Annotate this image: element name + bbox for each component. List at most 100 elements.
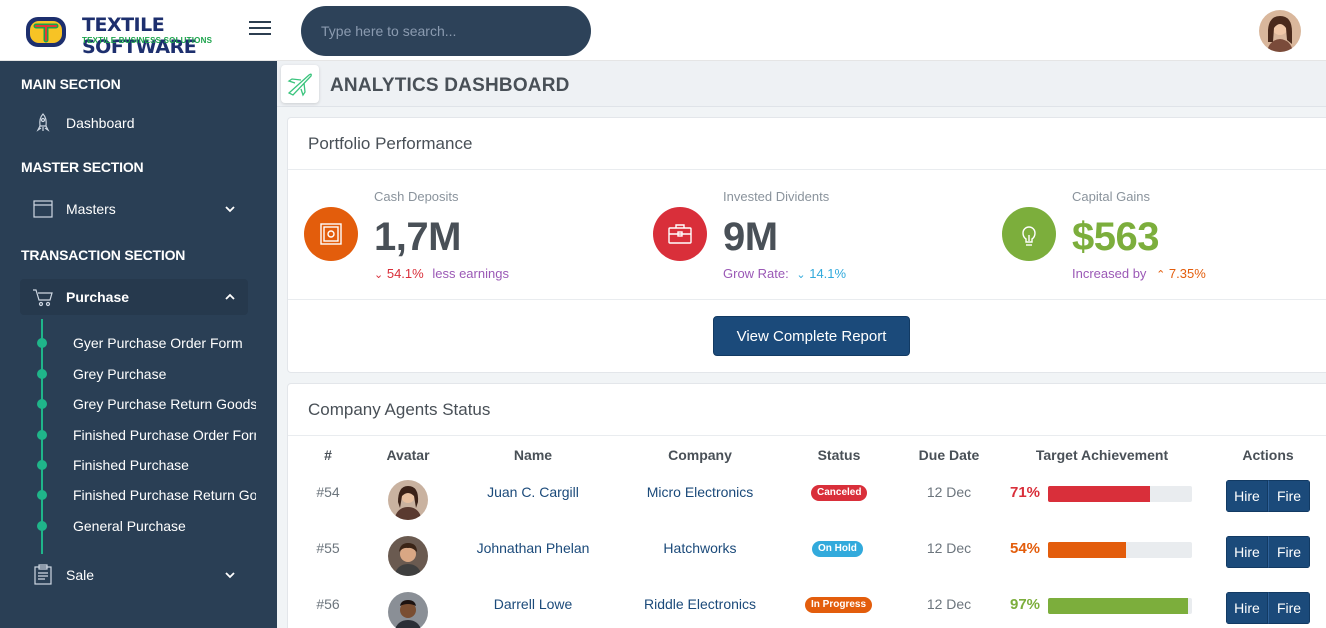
- clipboard-icon: [34, 564, 52, 585]
- hire-button[interactable]: Hire: [1226, 592, 1268, 624]
- row-id: #55: [316, 540, 340, 556]
- card-title: Company Agents Status: [308, 400, 491, 419]
- trend-prefix: Grow Rate:: [723, 266, 789, 281]
- briefcase-icon: [653, 207, 707, 261]
- window-icon: [33, 200, 53, 218]
- stat-label: Invested Dividents: [723, 189, 830, 204]
- section-title-main: MAIN SECTION: [21, 76, 121, 92]
- hire-button[interactable]: Hire: [1226, 536, 1268, 568]
- portfolio-card: Portfolio Performance Cash Deposits 1,7M…: [287, 117, 1326, 373]
- table-row: #56 Darrell Lowe Riddle Electronics In P…: [288, 584, 1326, 628]
- sidebar: MAIN SECTION Dashboard MASTER SECTION Ma…: [0, 61, 277, 628]
- submenu-item[interactable]: Finished Purchase: [73, 457, 256, 473]
- stat-label: Cash Deposits: [374, 189, 459, 204]
- agent-company: Riddle Electronics: [643, 596, 757, 612]
- row-id: #56: [316, 596, 340, 612]
- user-avatar[interactable]: [1259, 10, 1301, 52]
- chevron-up-icon: [225, 293, 235, 300]
- stat-value: 9M: [723, 215, 778, 259]
- sidebar-item-masters[interactable]: Masters: [20, 191, 248, 227]
- column-header: Company: [668, 447, 732, 463]
- timeline-dot: [37, 430, 47, 440]
- due-date: 12 Dec: [926, 596, 972, 612]
- submenu-item[interactable]: Finished Purchase Return Goods: [73, 487, 256, 503]
- logo-area: TEXTILE SOFTWARE TEXTILE BUSINESS SOLUTI…: [0, 0, 277, 61]
- search-input[interactable]: [301, 6, 591, 56]
- fire-button[interactable]: Fire: [1268, 592, 1310, 624]
- trend-value: 14.1%: [809, 266, 847, 281]
- fire-button[interactable]: Fire: [1268, 480, 1310, 512]
- status-badge: Canceled: [811, 485, 868, 501]
- menu-toggle-icon[interactable]: [249, 21, 271, 37]
- due-date: 12 Dec: [926, 484, 972, 500]
- divider: [288, 299, 1326, 300]
- column-header: Target Achievement: [1035, 447, 1169, 463]
- submenu-item[interactable]: Gyer Purchase Order Form: [73, 335, 256, 351]
- submenu-item[interactable]: Grey Purchase Return Goods: [73, 396, 256, 412]
- sidebar-item-dashboard[interactable]: Dashboard: [20, 105, 248, 141]
- logo-subtitle: TEXTILE BUSINESS SOLUTIONS: [82, 36, 213, 45]
- stat-value: 1,7M: [374, 215, 461, 259]
- submenu-item[interactable]: Finished Purchase Order Form: [73, 427, 256, 443]
- timeline-dot: [37, 521, 47, 531]
- trend-prefix: Increased by: [1072, 266, 1147, 281]
- safe-icon: [304, 207, 358, 261]
- status-badge: On Hold: [812, 541, 863, 557]
- agent-name[interactable]: Johnathan Phelan: [473, 540, 593, 556]
- agent-name[interactable]: Juan C. Cargill: [473, 484, 593, 500]
- trend-value: 7.35%: [1168, 266, 1206, 281]
- stat-label: Capital Gains: [1072, 189, 1151, 204]
- top-bar: [277, 0, 1326, 61]
- sidebar-item-label: Purchase: [66, 289, 130, 305]
- column-header: Actions: [1242, 447, 1294, 463]
- sidebar-item-sale[interactable]: Sale: [20, 557, 248, 593]
- page-title-bar: ANALYTICS DASHBOARD: [277, 61, 1326, 107]
- rocket-icon: [36, 113, 50, 132]
- hire-button[interactable]: Hire: [1226, 480, 1268, 512]
- row-id: #54: [316, 484, 340, 500]
- submenu-item[interactable]: Grey Purchase: [73, 366, 256, 382]
- sidebar-item-label: Dashboard: [66, 115, 135, 131]
- agent-company: Hatchworks: [663, 540, 737, 556]
- cart-icon: [33, 289, 53, 307]
- column-header: Status: [817, 447, 861, 463]
- agent-name[interactable]: Darrell Lowe: [473, 596, 593, 612]
- progress-bar: [1048, 486, 1192, 502]
- arrow-down-icon: ⌄: [374, 269, 384, 281]
- action-group: Hire Fire: [1226, 536, 1310, 568]
- trend-value: 54.1%: [386, 266, 424, 281]
- progress-bar: [1048, 598, 1192, 614]
- agent-company: Micro Electronics: [646, 484, 754, 500]
- card-title: Portfolio Performance: [308, 134, 473, 153]
- chevron-down-icon: [225, 572, 235, 579]
- column-header: Avatar: [386, 447, 430, 463]
- stat-trend: ⌄ 54.1% less earnings: [374, 266, 509, 281]
- card-header: Portfolio Performance: [288, 118, 1326, 170]
- timeline-dot: [37, 338, 47, 348]
- timeline-dot: [37, 369, 47, 379]
- arrow-down-icon: ⌄: [796, 269, 806, 281]
- logo-icon: [26, 17, 66, 47]
- view-report-button[interactable]: View Complete Report: [713, 316, 910, 356]
- arrow-up-icon: ⌃: [1156, 269, 1166, 281]
- timeline-dot: [37, 490, 47, 500]
- target-percent: 97%: [1010, 596, 1041, 613]
- timeline-dot: [37, 399, 47, 409]
- progress-fill: [1048, 598, 1188, 614]
- table-row: #55 Johnathan Phelan Hatchworks On Hold …: [288, 528, 1326, 584]
- action-group: Hire Fire: [1226, 592, 1310, 624]
- submenu-item[interactable]: General Purchase: [73, 518, 256, 534]
- fire-button[interactable]: Fire: [1268, 536, 1310, 568]
- stat-trend: Increased by ⌃ 7.35%: [1072, 266, 1206, 281]
- progress-fill: [1048, 486, 1151, 502]
- page-title: ANALYTICS DASHBOARD: [330, 75, 570, 96]
- target-percent: 71%: [1010, 484, 1041, 501]
- progress-bar: [1048, 542, 1192, 558]
- status-badge: In Progress: [805, 597, 873, 613]
- column-header: Name: [513, 447, 553, 463]
- due-date: 12 Dec: [926, 540, 972, 556]
- column-header: Due Date: [918, 447, 980, 463]
- sidebar-item-purchase[interactable]: Purchase: [20, 279, 248, 315]
- lightbulb-icon: [1002, 207, 1056, 261]
- target-percent: 54%: [1010, 540, 1041, 557]
